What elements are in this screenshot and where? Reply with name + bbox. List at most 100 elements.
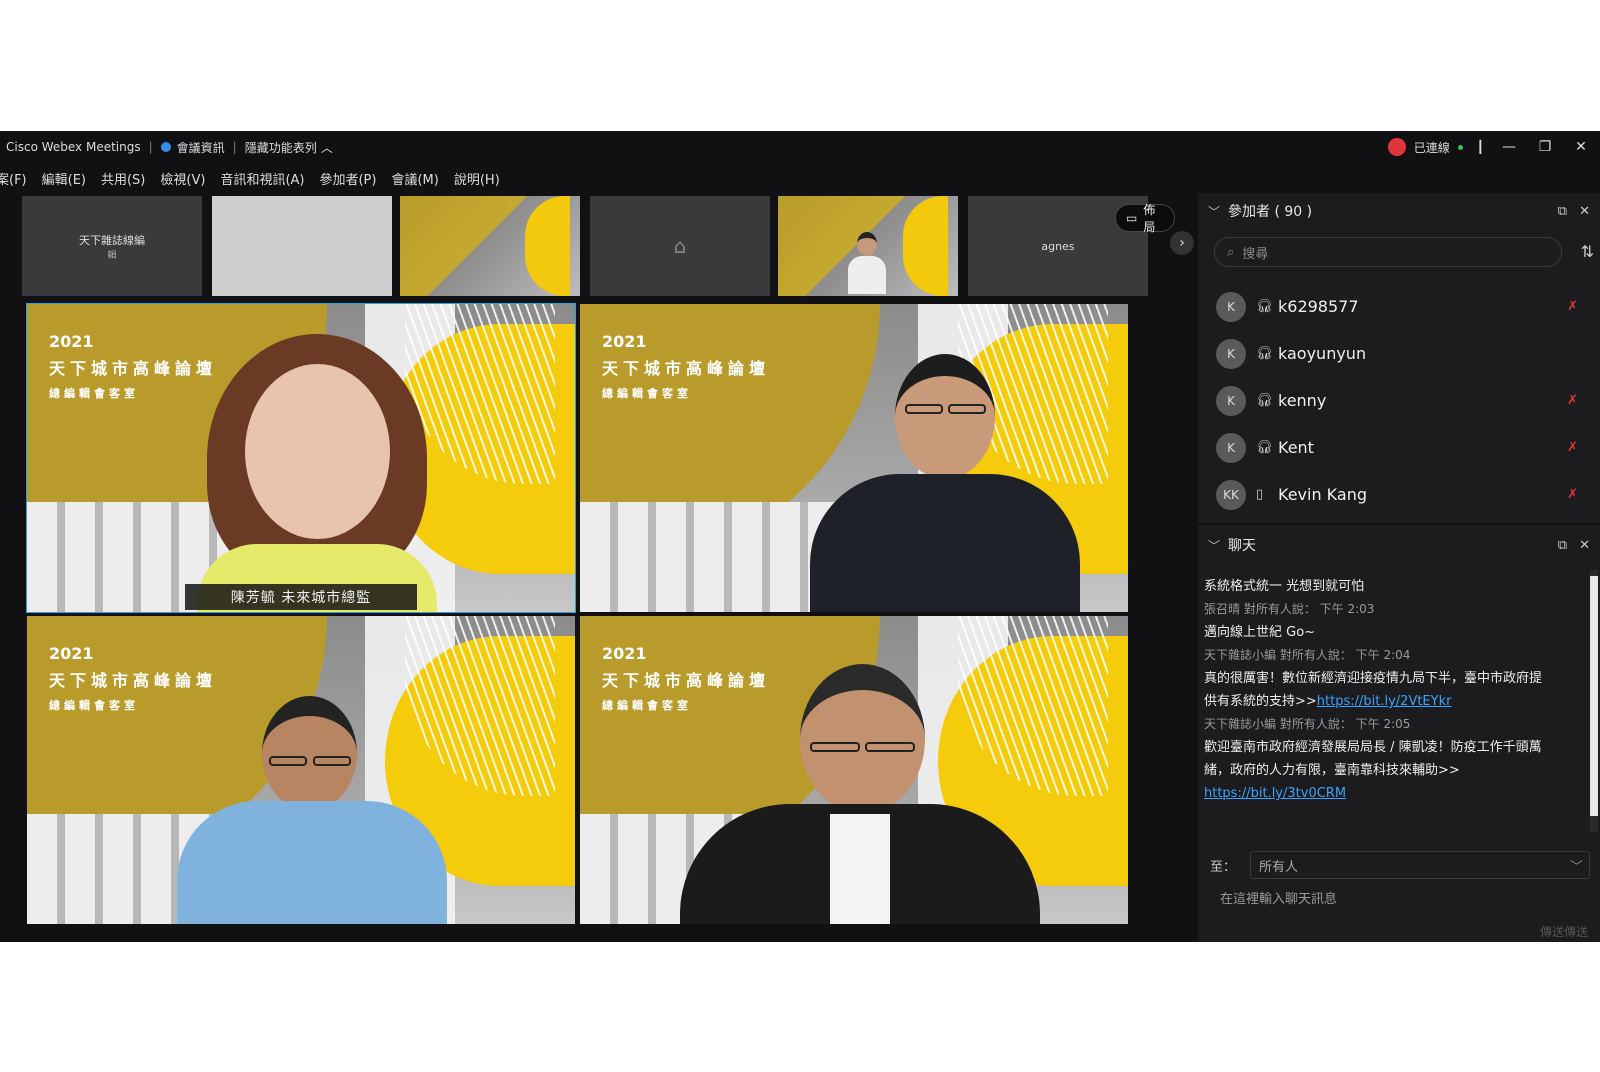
mic-muted-icon[interactable]: ✗: [1567, 393, 1578, 408]
chat-scrollbar[interactable]: [1590, 570, 1598, 832]
title-separator: |: [148, 140, 153, 154]
hide-menubar-button[interactable]: 隱藏功能表列 ︿: [245, 139, 333, 156]
participant-name: Kevin Kang: [1278, 485, 1367, 504]
status-dot-icon: [1457, 144, 1463, 150]
menu-participants[interactable]: 參加者(P): [319, 169, 376, 188]
headset-icon: 🎧︎: [1256, 440, 1273, 455]
menu-bar: 案(F) 編輯(E) 共用(S) 檢視(V) 音訊和視訊(A) 參加者(P) 會…: [0, 163, 515, 193]
panel-divider: [1198, 523, 1600, 525]
popout-icon[interactable]: ⧉: [1558, 204, 1567, 219]
chat-message: 真的很厲害！數位新經濟迎接疫情九局下半，臺中市政府提: [1204, 671, 1543, 686]
chat-recipient-row: 至： 所有人 ﹀: [1198, 845, 1600, 885]
chat-message: 系統格式統一 光想到就可怕: [1204, 579, 1365, 594]
popout-icon[interactable]: ⧉: [1558, 538, 1567, 553]
connection-status[interactable]: 已連線: [1387, 138, 1463, 156]
participant-name-overflow: 輯: [107, 250, 117, 261]
video-tile[interactable]: 2021 天下城市高峰論壇 總編輯會客室: [580, 304, 1128, 612]
menu-view[interactable]: 檢視(V): [160, 169, 205, 188]
webex-window: Cisco Webex Meetings | 會議資訊 | 隱藏功能表列 ︿ 已…: [0, 131, 1600, 942]
participant-name: kenny: [1278, 391, 1327, 410]
chat-messages: 系統格式統一 光想到就可怕 張召晴 對所有人說： 下午 2:03 邁向線上世紀 …: [1204, 575, 1576, 805]
restore-icon[interactable]: ❐: [1534, 136, 1556, 158]
menu-file[interactable]: 案(F): [0, 169, 27, 188]
chat-link[interactable]: https://bit.ly/2VtEYkr: [1317, 694, 1452, 709]
mic-muted-icon[interactable]: ✗: [1567, 440, 1578, 455]
close-icon[interactable]: ✕: [1579, 204, 1590, 219]
participant-row[interactable]: K 🎧︎ kenny ✗: [1198, 377, 1600, 424]
menu-audio-video[interactable]: 音訊和視訊(A): [220, 169, 304, 188]
participant-row[interactable]: K 🎧︎ Kent ✗: [1198, 424, 1600, 471]
meeting-info-button[interactable]: 會議資訊: [160, 139, 225, 156]
menu-meeting[interactable]: 會議(M): [391, 169, 438, 188]
participant-list: K 🎧︎ k6298577 ✗ K 🎧︎ kaoyunyun K 🎧︎ kenn…: [1198, 283, 1600, 518]
connection-status-label: 已連線: [1413, 140, 1450, 155]
mic-muted-icon[interactable]: ✗: [1567, 299, 1578, 314]
participant-row[interactable]: K 🎧︎ kaoyunyun: [1198, 330, 1600, 377]
chat-message: 緒，政府的人力有限，臺南靠科技來輔助>>: [1204, 763, 1460, 778]
chat-title: 聊天: [1228, 538, 1257, 554]
layout-label: 佈局: [1143, 203, 1156, 234]
video-thumbnail[interactable]: 天下雜誌線編 輯: [22, 196, 202, 296]
poster-subtitle: 總編輯會客室: [49, 387, 139, 400]
close-icon[interactable]: ✕: [1579, 538, 1590, 553]
poster-year: 2021: [602, 644, 647, 663]
participant-search-input[interactable]: ⌕ 搜尋: [1214, 237, 1562, 267]
speaker-name-caption: 陳芳毓 未來城市總監: [185, 584, 417, 610]
chat-input[interactable]: 在這裡輸入聊天訊息: [1220, 888, 1337, 907]
video-thumbnail[interactable]: [400, 196, 580, 296]
chevron-right-icon[interactable]: ›: [1170, 231, 1194, 255]
chat-sender-meta: 張召晴 對所有人說： 下午 2:03: [1204, 602, 1375, 616]
poster-year: 2021: [49, 332, 94, 351]
chevron-up-icon: ︿: [320, 140, 333, 155]
close-icon[interactable]: ✕: [1570, 136, 1592, 158]
recipient-select[interactable]: 所有人 ﹀: [1250, 851, 1590, 879]
phone-icon: ▯: [1256, 487, 1264, 502]
avatar: K: [1216, 291, 1246, 322]
layout-button[interactable]: ▭ 佈局: [1115, 203, 1175, 234]
participant-video: [197, 324, 437, 612]
participants-title: 參加者 ( 90 ): [1228, 204, 1313, 220]
chevron-down-icon[interactable]: ﹀: [1208, 537, 1220, 554]
poster-title: 天下城市高峰論壇: [49, 359, 218, 378]
participant-video: [810, 354, 1080, 612]
chat-sender-meta: 天下雜誌小編 對所有人說： 下午 2:04: [1204, 648, 1411, 662]
send-button[interactable]: 傳送傳送: [1540, 923, 1588, 940]
poster-text: 2021 天下城市高峰論壇 總編輯會客室: [602, 332, 770, 401]
video-tile[interactable]: 2021 天下城市高峰論壇 總編輯會客室: [27, 616, 575, 924]
mic-muted-icon[interactable]: ✗: [1567, 487, 1578, 502]
chat-header[interactable]: ﹀ 聊天 ⧉ ✕: [1198, 527, 1600, 563]
hide-menubar-label: 隱藏功能表列: [244, 140, 317, 155]
participant-row[interactable]: K 🎧︎ k6298577 ✗: [1198, 283, 1600, 330]
video-thumbnail-strip: 天下雜誌線編 輯 ⌂ agnes ▭ 佈局 ›: [0, 193, 1194, 297]
avatar: K: [1216, 338, 1246, 369]
menu-share[interactable]: 共用(S): [101, 169, 145, 188]
video-tile[interactable]: 2021 天下城市高峰論壇 總編輯會客室: [580, 616, 1128, 924]
record-icon: [1387, 138, 1406, 156]
video-thumbnail[interactable]: ⌂: [590, 196, 770, 296]
app-title: Cisco Webex Meetings: [6, 140, 141, 154]
poster-subtitle: 總編輯會客室: [602, 387, 692, 400]
participant-video: [177, 696, 447, 924]
poster-title: 天下城市高峰論壇: [49, 671, 218, 690]
participants-header[interactable]: ﹀ 參加者 ( 90 ) ⧉ ✕: [1198, 193, 1600, 229]
sort-icon[interactable]: ⇅: [1581, 242, 1594, 261]
video-thumbnail[interactable]: [778, 196, 958, 296]
menu-help[interactable]: 說明(H): [454, 169, 500, 188]
chevron-down-icon[interactable]: ﹀: [1208, 203, 1220, 220]
participant-row[interactable]: KK ▯ Kevin Kang ✗: [1198, 471, 1600, 518]
participant-name: kaoyunyun: [1278, 344, 1367, 363]
chat-link[interactable]: https://bit.ly/3tv0CRM: [1204, 782, 1576, 805]
participant-video: [848, 232, 886, 294]
video-tile-active-speaker[interactable]: 2021 天下城市高峰論壇 總編輯會客室 陳芳毓 未來城市總監: [26, 303, 576, 613]
title-bar: Cisco Webex Meetings | 會議資訊 | 隱藏功能表列 ︿ 已…: [0, 131, 1600, 163]
search-icon: ⌕: [1227, 244, 1235, 260]
minimize-icon[interactable]: —: [1498, 136, 1520, 158]
video-thumbnail[interactable]: [212, 196, 392, 296]
chat-message: 邁向線上世紀 Go~: [1204, 625, 1316, 640]
meeting-info-label: 會議資訊: [176, 140, 225, 155]
chat-message: 歡迎臺南市政府經濟發展局局長 / 陳凱凌！防疫工作千頭萬: [1204, 740, 1542, 755]
menu-edit[interactable]: 編輯(E): [42, 169, 86, 188]
recipient-value: 所有人: [1259, 859, 1299, 875]
avatar: K: [1216, 385, 1246, 416]
side-panel: ﹀ 參加者 ( 90 ) ⧉ ✕ ⌕ 搜尋 ⇅ K 🎧︎ k6298577 ✗ …: [1198, 193, 1600, 942]
